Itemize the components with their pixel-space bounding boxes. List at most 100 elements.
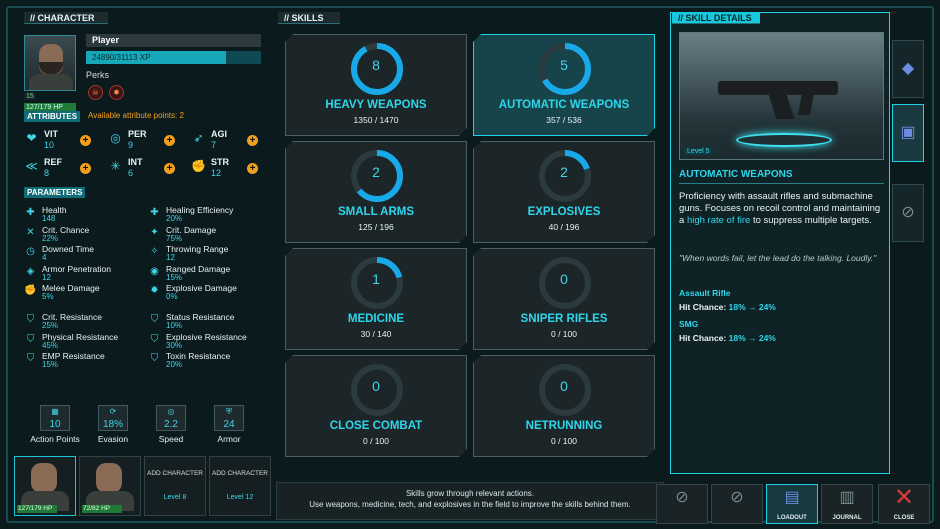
detail-title: AUTOMATIC WEAPONS (679, 169, 793, 180)
parameter-icon: ✦ (150, 226, 159, 238)
resistance-crit-resistance: ⛉ Crit. Resistance 25% (24, 312, 134, 332)
resistance-value: 10% (166, 321, 183, 330)
journal-button[interactable]: ▥ JOURNAL (821, 484, 873, 524)
skill-card-netrunning[interactable]: 0 NETRUNNING 0 / 100 (473, 355, 655, 457)
cube-icon: ◆ (901, 60, 915, 77)
add-agi-button[interactable]: + (247, 135, 258, 146)
available-points: Available attribute points: 2 (88, 111, 184, 120)
stat-icon: ⛨ (226, 407, 232, 416)
parameters-label: PARAMETERS (24, 187, 86, 198)
shield-icon: ⛉ (26, 353, 35, 364)
skill-card-close-combat[interactable]: 0 CLOSE COMBAT 0 / 100 (285, 355, 467, 457)
skill-card-medicine[interactable]: 1 MEDICINE 30 / 140 (285, 248, 467, 350)
add-character-slot[interactable]: ADD CHARACTER Level 8 (144, 456, 206, 516)
xp-bar: 24890/31113 XP (86, 51, 261, 64)
resistance-value: 15% (42, 360, 59, 369)
add-character-label: ADD CHARACTER (147, 470, 203, 477)
desc-highlight: high rate of fire (686, 215, 751, 226)
parameter-value: 148 (42, 214, 56, 223)
party-member[interactable]: 127/179 HP (14, 456, 76, 516)
parameter-value: 0% (166, 292, 178, 301)
stat-armor: ⛨ 24 Armor (204, 405, 254, 453)
resistance-explosive-resistance: ⛉ Explosive Resistance 30% (148, 332, 258, 352)
add-character-slot[interactable]: ADD CHARACTER Level 12 (209, 456, 271, 516)
attribute-value: 9 (128, 140, 134, 150)
character-portrait[interactable] (24, 35, 76, 91)
skills-panel: // SKILLS 8 HEAVY WEAPONS 1350 / 1470 5 AUTO… (276, 12, 664, 474)
locked-button-1[interactable]: ⊘ (656, 484, 708, 524)
add-per-button[interactable]: + (164, 135, 175, 146)
party-hp: 72/82 HP (82, 505, 122, 513)
locked-button-2[interactable]: ⊘ (711, 484, 763, 524)
resistance-value: 20% (166, 360, 183, 369)
character-level: 15 (24, 93, 36, 100)
stat-icon: ⟳ (109, 407, 117, 416)
parameter-icon: ✕ (26, 226, 35, 238)
add-str-button[interactable]: + (247, 163, 258, 174)
parameter-icon: ◉ (150, 265, 159, 277)
parameter-crit-damage: ✦ Crit. Damage 75% (148, 225, 258, 245)
stat-value: 18% (102, 419, 123, 430)
stat-value: 10 (49, 419, 61, 430)
skill-name: MEDICINE (347, 313, 405, 325)
lock-icon: ⊘ (730, 489, 744, 506)
stat-label: Evasion (97, 434, 129, 444)
required-level: Level 8 (163, 494, 187, 501)
skills-footer: Skills grow through relevant actions. Us… (276, 482, 664, 520)
stat-value: 2.2 (164, 419, 178, 430)
resistance-value: 25% (42, 321, 59, 330)
resistance-physical-resistance: ⛉ Physical Resistance 45% (24, 332, 134, 352)
parameter-icon: ✧ (150, 246, 159, 257)
heart-icon: ❤ (26, 131, 37, 145)
parameter-icon: ◷ (26, 246, 35, 257)
attribute-name: INT (128, 157, 143, 167)
shield-icon: ⛉ (150, 353, 159, 364)
skill-card-explosives[interactable]: 2 EXPLOSIVES 40 / 196 (473, 141, 655, 243)
parameter-value: 15% (166, 272, 183, 282)
stat-action-points: ▦ 10 Action Points (30, 405, 80, 453)
party-member[interactable]: 72/82 HP (79, 456, 141, 516)
parameter-icon: ✚ (150, 207, 159, 218)
parameter-value: 5% (42, 292, 54, 301)
stat-speed: ◎ 2.2 Speed (146, 405, 196, 453)
skill-level: 5 (560, 57, 568, 73)
side-tab-locked[interactable]: ⊘ (892, 184, 924, 242)
parameter-icon: ✹ (150, 285, 159, 296)
add-int-button[interactable]: + (164, 163, 175, 174)
close-button[interactable]: ✕ CLOSE (878, 484, 930, 524)
skill-xp: 40 / 196 (548, 222, 580, 232)
parameter-icon: ◈ (26, 265, 35, 277)
attribute-value: 10 (44, 140, 55, 150)
goggles-icon: ◎ (110, 131, 121, 145)
loadout-button[interactable]: ▤ LOADOUT (766, 484, 818, 524)
resistance-value: 30% (166, 340, 183, 350)
skill-name: AUTOMATIC WEAPONS (498, 99, 630, 111)
skill-card-small-arms[interactable]: 2 SMALL ARMS 125 / 196 (285, 141, 467, 243)
skill-level: 0 (560, 378, 568, 394)
parameter-value: 12 (166, 253, 175, 262)
perk-flame-icon[interactable]: ✹ (109, 85, 124, 100)
add-vit-button[interactable]: + (80, 135, 91, 146)
shield-icon: ⛉ (150, 333, 159, 345)
skill-card-sniper-rifles[interactable]: 0 SNIPER RIFLES 0 / 100 (473, 248, 655, 350)
skill-xp: 357 / 536 (546, 115, 582, 125)
detail-description: Proficiency with assault rifles and subm… (679, 191, 881, 226)
footer-line-2: Use weapons, medicine, tech, and explosi… (309, 500, 631, 509)
side-tab-equipment[interactable]: ▣ (892, 104, 924, 162)
perk-skull-icon[interactable]: ☠ (88, 85, 103, 100)
party-portrait (31, 463, 57, 493)
skill-xp: 0 / 100 (551, 329, 577, 339)
add-ref-button[interactable]: + (80, 163, 91, 174)
skill-level: 0 (560, 271, 568, 287)
add-character-label: ADD CHARACTER (212, 470, 268, 477)
skill-card-heavy-weapons[interactable]: 8 HEAVY WEAPONS 1350 / 1470 (285, 34, 467, 136)
skill-card-automatic-weapons[interactable]: 5 AUTOMATIC WEAPONS 357 / 536 (473, 34, 655, 136)
shield-icon: ⛉ (150, 314, 159, 325)
side-tab-cube[interactable]: ◆ (892, 40, 924, 98)
skill-details-panel: Level 5 AUTOMATIC WEAPONS Proficiency wi… (670, 12, 890, 474)
attribute-name: PER (128, 129, 147, 139)
parameter-explosive-damage: ✹ Explosive Damage 0% (148, 283, 258, 303)
skill-level: 1 (372, 271, 380, 287)
skill-level: 2 (372, 164, 380, 180)
bonus-hit-1: Hit Chance: 18% → 24% (679, 302, 776, 312)
